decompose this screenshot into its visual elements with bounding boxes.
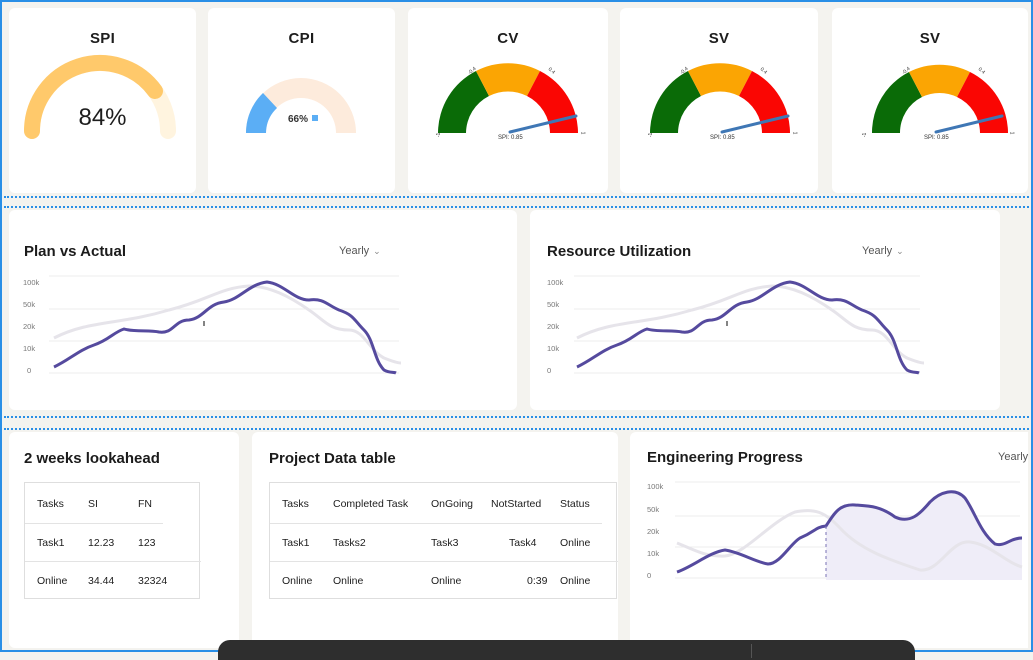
table-cell: 12.23 <box>88 537 115 549</box>
cv-min-label: -1 <box>436 132 443 138</box>
sv1-needle-label: SPI: 0.85 <box>710 135 735 141</box>
table-header: OnGoing <box>431 498 474 510</box>
plan-line <box>576 284 925 365</box>
spi-gauge <box>24 55 176 139</box>
table-header: Tasks <box>37 498 64 510</box>
table-cell: Online <box>333 575 364 587</box>
cv-gauge <box>438 63 578 134</box>
engineering-progress-chart <box>675 481 1023 580</box>
table-header: Status <box>560 498 590 510</box>
lookahead-table: Tasks SI FN Task1 12.23 123 Online 34.44… <box>24 482 201 599</box>
table-cell: Task1 <box>37 537 65 549</box>
lookahead-card: 2 weeks lookahead Tasks SI FN Task1 12.2… <box>9 432 239 648</box>
toolbar-separator <box>751 644 752 658</box>
table-cell: 123 <box>138 537 156 549</box>
sv2-max-label: 1 <box>1008 131 1015 135</box>
sv2-needle-label: SPI: 0.85 <box>924 135 949 141</box>
lookahead-title: 2 weeks lookahead <box>24 450 160 467</box>
section-divider-2 <box>4 416 1029 418</box>
sv-card-1: SV SPI: 0.85 -0.4 0.4 -1 1 <box>620 8 818 193</box>
project-data-table: Tasks Completed Task OnGoing NotStarted … <box>269 482 618 599</box>
section-divider-2b <box>4 428 1029 430</box>
table-cell: Online <box>37 575 68 587</box>
table-header: Tasks <box>282 498 309 510</box>
cv-max-label: 1 <box>579 131 586 135</box>
bottom-toolbar[interactable] <box>218 640 915 660</box>
actual-line <box>53 280 397 375</box>
project-data-card: Project Data table Tasks Completed Task … <box>252 432 618 648</box>
section-divider-1b <box>4 206 1029 208</box>
row-divider <box>25 561 201 562</box>
cv-needle-label: SPI: 0.85 <box>498 135 523 141</box>
table-cell: Task4 <box>509 537 537 549</box>
engineering-progress-card: Engineering Progress Yearly 100k 50k 20k… <box>630 432 1028 648</box>
table-cell: Task1 <box>282 537 310 549</box>
table-cell: 32324 <box>138 575 168 587</box>
project-data-title: Project Data table <box>269 450 396 467</box>
plan-line <box>53 284 402 365</box>
header-divider <box>270 523 602 524</box>
table-cell: Task3 <box>431 537 459 549</box>
sv-card-2: SV SPI: 0.85 -0.4 0.4 -1 1 <box>832 8 1028 193</box>
section-divider-1 <box>4 196 1029 198</box>
table-cell: 34.44 <box>88 575 115 587</box>
cv-card: CV SPI: 0.85 -0.4 0.4 -1 1 <box>408 8 608 193</box>
actual-line <box>576 280 920 375</box>
sv-gauge-2 <box>871 64 1008 134</box>
cpi-card: CPI 66% <box>208 8 395 193</box>
spi-value: 84% <box>78 104 127 131</box>
sv1-min-label: -1 <box>648 132 655 138</box>
spi-card: SPI 84% <box>9 8 196 193</box>
table-header: NotStarted <box>491 498 542 510</box>
plan-vs-actual-chart <box>49 275 402 375</box>
sv-gauge-1 <box>650 63 790 134</box>
plan-vs-actual-card: Plan vs Actual Yearly ⌄ 100k 50k 20k 10k … <box>9 210 517 410</box>
table-cell: 0:39 <box>527 575 548 587</box>
table-cell: Tasks2 <box>333 537 366 549</box>
sv2-min-label: -1 <box>862 132 869 138</box>
cpi-gauge <box>245 78 356 133</box>
resource-utilization-card: Resource Utilization Yearly ⌄ 100k 50k 20… <box>530 210 1000 410</box>
cpi-value: 66% <box>288 114 309 125</box>
table-header: Completed Task <box>333 498 409 510</box>
table-cell: Online <box>560 575 591 587</box>
table-cell: Online <box>560 537 591 549</box>
sv1-max-label: 1 <box>791 131 798 135</box>
resource-utilization-chart <box>574 275 925 375</box>
table-cell: Online <box>282 575 313 587</box>
header-divider <box>25 523 163 524</box>
table-header: FN <box>138 498 152 510</box>
row-divider <box>270 561 618 562</box>
table-header: SI <box>88 498 98 510</box>
table-cell: Online <box>431 575 462 587</box>
